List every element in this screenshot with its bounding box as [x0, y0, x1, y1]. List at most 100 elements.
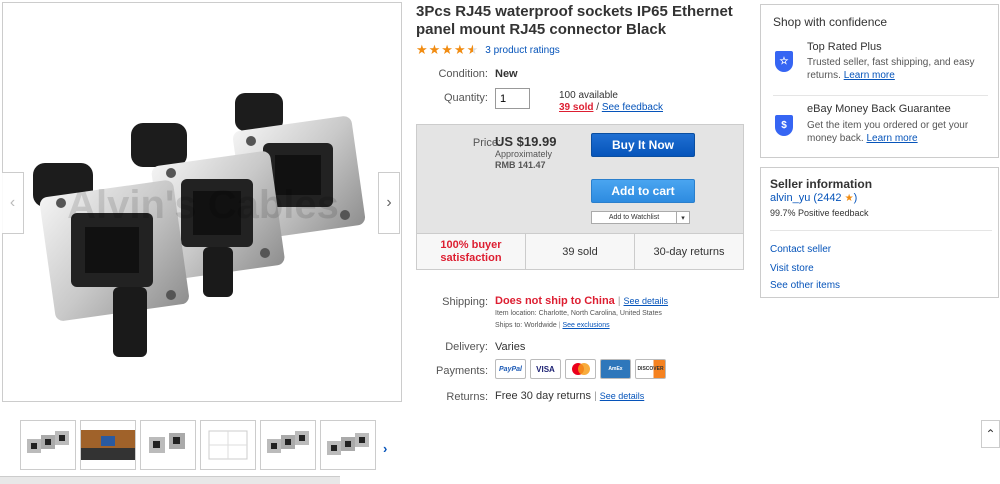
shop-with-confidence-panel: Shop with confidence ☆ Top Rated Plus Tr… — [760, 4, 999, 158]
price-value: US $19.99 — [495, 134, 557, 149]
chevron-right-icon: › — [383, 441, 388, 456]
thumbnail-5[interactable] — [260, 420, 316, 470]
thumbnail-3[interactable] — [140, 420, 196, 470]
divider — [770, 230, 992, 231]
thumbnail-1[interactable] — [20, 420, 76, 470]
money-back-guarantee-icon: $ — [775, 115, 793, 136]
watchlist-dropdown-icon[interactable]: ▾ — [677, 211, 690, 224]
see-other-items-link[interactable]: See other items — [770, 280, 840, 291]
thumbnails-next-button[interactable]: › — [383, 441, 387, 456]
contact-seller-link[interactable]: Contact seller — [770, 244, 831, 255]
paypal-icon: PayPal — [495, 359, 526, 379]
condition-label: Condition: — [438, 68, 488, 80]
star-icon: ★ — [844, 193, 854, 204]
delivery-label: Delivery: — [445, 341, 488, 353]
stat-sold: 39 sold — [526, 234, 635, 269]
see-feedback-link[interactable]: See feedback — [602, 102, 663, 113]
price-approx-label: Approximately — [495, 149, 553, 159]
thumbnail-6[interactable] — [320, 420, 376, 470]
returns-value: Free 30 day returns | See details — [495, 390, 644, 402]
separator: | — [617, 296, 621, 307]
availability: 100 available 39 sold / See feedback — [559, 90, 663, 114]
returns-label: Returns: — [446, 391, 488, 403]
thumbnail-image — [81, 430, 135, 460]
stat-satisfaction: 100% buyer satisfaction — [417, 234, 526, 269]
mastercard-logo — [571, 363, 590, 375]
prev-image-button[interactable]: ‹ — [2, 172, 24, 234]
ships-to-value: Worldwide — [524, 322, 557, 329]
shipping-see-details-link[interactable]: See details — [624, 296, 669, 306]
chevron-up-icon: ⌃ — [985, 427, 996, 441]
satisfaction-text: 100% buyer satisfaction — [440, 238, 502, 264]
star-rating-icon: ★★★★★ — [416, 42, 480, 57]
shipping-label: Shipping: — [442, 296, 488, 308]
main-product-image[interactable]: Alvin's Cables — [2, 2, 402, 402]
top-rated-title: Top Rated Plus — [807, 41, 882, 53]
discover-icon: DISCOVER — [635, 359, 666, 379]
shipping-value: Does not ship to China | See details — [495, 295, 668, 307]
purchase-stats: 100% buyer satisfaction 39 sold 30-day r… — [417, 233, 743, 269]
price-label: Price: — [472, 137, 501, 149]
stat-returns: 30-day returns — [653, 245, 725, 258]
visit-store-link[interactable]: Visit store — [770, 263, 814, 274]
product-rating: ★★★★★ 3 product ratings — [416, 42, 560, 58]
seller-name-link[interactable]: alvin_yu — [770, 192, 810, 204]
thumbnail-4[interactable] — [200, 420, 256, 470]
ships-to: Ships to: Worldwide | See exclusions — [495, 322, 610, 329]
next-image-button[interactable]: › — [378, 172, 400, 234]
quantity-label: Quantity: — [443, 92, 488, 104]
price-rmb: RMB 141.47 — [495, 160, 546, 170]
see-exclusions-link[interactable]: See exclusions — [563, 322, 610, 329]
top-rated-badge-icon: ☆ — [775, 51, 793, 72]
price-panel: Price: US $19.99 Approximately RMB 141.4… — [417, 125, 743, 233]
thumbnail-2[interactable] — [80, 420, 136, 470]
condition-value: New — [495, 68, 518, 80]
guarantee-text: Get the item you ordered or get your mon… — [807, 119, 992, 145]
guarantee-title: eBay Money Back Guarantee — [807, 103, 951, 115]
top-rated-learn-more-link[interactable]: Learn more — [844, 70, 895, 81]
thumbnail-image — [327, 433, 369, 455]
seller-title: Seller information — [770, 177, 873, 191]
product-title: 3Pcs RJ45 waterproof sockets IP65 Ethern… — [416, 3, 733, 38]
seller-score[interactable]: (2442 — [810, 192, 841, 204]
payment-methods: PayPal VISA AmEx DISCOVER — [495, 359, 666, 379]
thumbnail-image — [208, 430, 248, 460]
available-count: 100 available — [559, 90, 618, 101]
scroll-to-top-button[interactable]: ⌃ — [981, 420, 1000, 448]
amex-icon: AmEx — [600, 359, 631, 379]
watermark-text: Alvin's Cables — [67, 183, 339, 227]
add-to-cart-button[interactable]: Add to cart — [591, 179, 695, 203]
thumbnail-strip — [20, 420, 376, 470]
seller-feedback: 99.7% Positive feedback — [770, 208, 869, 218]
returns-see-details-link[interactable]: See details — [600, 391, 645, 401]
product-photo: Alvin's Cables — [33, 93, 366, 357]
chevron-left-icon: ‹ — [9, 194, 16, 211]
delivery-value: Varies — [495, 341, 526, 353]
seller-information-panel: Seller information alvin_yu (2442 ★) 99.… — [760, 167, 999, 298]
ships-to-label: Ships to: — [495, 322, 523, 329]
add-to-watchlist-button[interactable]: Add to Watchlist — [591, 211, 677, 224]
buy-it-now-button[interactable]: Buy It Now — [591, 133, 695, 157]
separator: | — [594, 391, 597, 402]
thumbnail-image — [267, 431, 309, 453]
price-box: Price: US $19.99 Approximately RMB 141.4… — [416, 124, 744, 270]
thumbnail-image — [27, 431, 69, 453]
horizontal-scrollbar[interactable] — [0, 476, 340, 484]
seller-score-close: ) — [853, 192, 858, 204]
quantity-input[interactable] — [495, 88, 530, 109]
returns-text: Free 30 day returns — [495, 390, 591, 402]
separator: / — [593, 102, 602, 113]
confidence-title: Shop with confidence — [773, 15, 888, 29]
divider — [773, 95, 988, 96]
chevron-right-icon: › — [386, 194, 392, 211]
item-location: Item location: Charlotte, North Carolina… — [495, 310, 662, 317]
mastercard-icon — [565, 359, 596, 379]
top-rated-text: Trusted seller, fast shipping, and easy … — [807, 56, 992, 82]
guarantee-learn-more-link[interactable]: Learn more — [866, 133, 917, 144]
seller-name-row: alvin_yu (2442 ★) — [770, 192, 857, 204]
separator: | — [558, 322, 561, 329]
thumbnail-image — [149, 433, 185, 453]
sold-count-link[interactable]: 39 sold — [559, 102, 593, 113]
payments-label: Payments: — [436, 365, 488, 377]
product-ratings-link[interactable]: 3 product ratings — [485, 45, 560, 56]
